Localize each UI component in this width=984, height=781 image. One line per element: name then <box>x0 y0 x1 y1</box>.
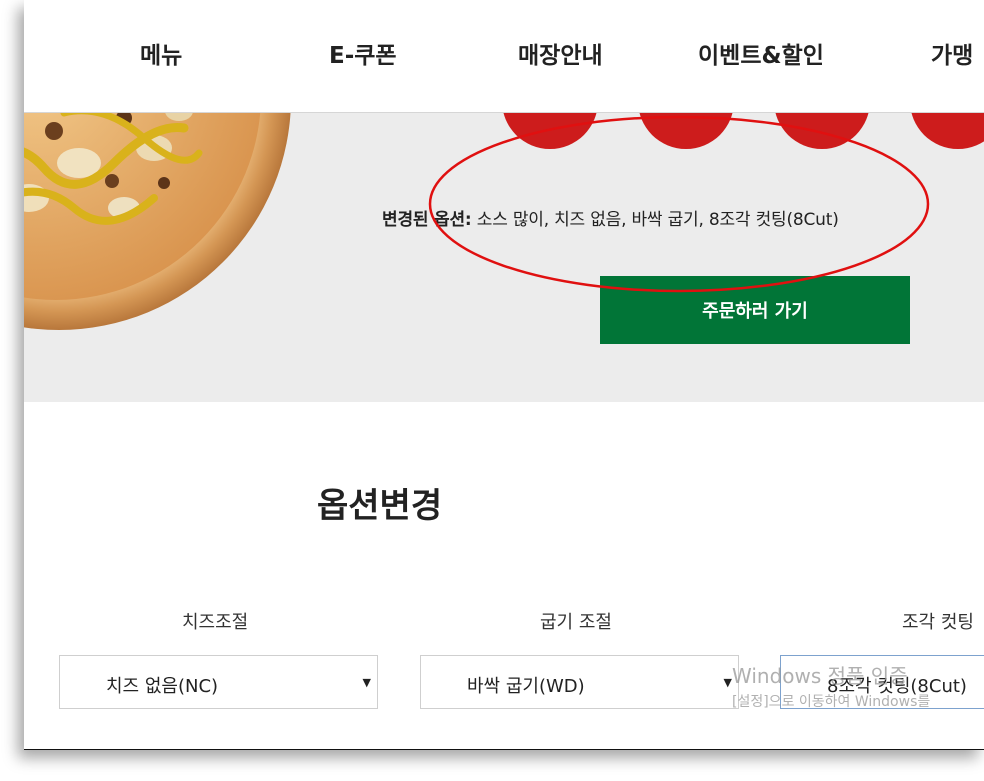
dropdown-arrow-icon: ▼ <box>723 676 732 689</box>
changed-options-label: 변경된 옵션: <box>382 210 472 230</box>
top-navigation: 메뉴 E-쿠폰 매장안내 이벤트&할인 가맹 <box>24 0 984 113</box>
option-change-title: 옵션변경 <box>317 486 443 526</box>
nav-item-ecoupon[interactable]: E-쿠폰 <box>329 36 397 70</box>
nav-item-events[interactable]: 이벤트&할인 <box>698 36 824 70</box>
changed-options-text: 변경된 옵션: 소스 많이, 치즈 없음, 바싹 굽기, 8조각 컷팅(8Cut… <box>382 205 839 230</box>
nav-item-franchise[interactable]: 가맹 <box>931 36 973 70</box>
option-circle-2[interactable] <box>638 113 734 149</box>
cheese-adjust-label: 치즈조절 <box>182 612 249 633</box>
pizza-options-summary: 변경된 옵션: 소스 많이, 치즈 없음, 바싹 굽기, 8조각 컷팅(8Cut… <box>24 113 984 402</box>
pizza-image <box>24 113 291 330</box>
cheese-select-value: 치즈 없음(NC) <box>106 676 219 697</box>
dropdown-arrow-icon: ▼ <box>362 676 371 689</box>
footer-bar <box>24 749 984 750</box>
bake-select-value: 바싹 굽기(WD) <box>467 676 585 697</box>
option-circle-4[interactable] <box>910 113 984 149</box>
option-circle-1[interactable] <box>502 113 598 149</box>
cut-adjust-label: 조각 컷팅 <box>902 612 974 633</box>
bake-adjust-label: 굽기 조절 <box>540 612 612 633</box>
cut-select[interactable]: 8조각 컷팅(8Cut) <box>780 655 984 709</box>
cheese-select[interactable]: 치즈 없음(NC) ▼ <box>59 655 378 709</box>
changed-options-value: 소스 많이, 치즈 없음, 바싹 굽기, 8조각 컷팅(8Cut) <box>476 210 839 230</box>
bake-select[interactable]: 바싹 굽기(WD) ▼ <box>420 655 739 709</box>
order-button[interactable]: 주문하러 가기 <box>600 276 910 344</box>
browser-page: 메뉴 E-쿠폰 매장안내 이벤트&할인 가맹 변경된 옵션: 소스 많이, 치즈… <box>24 0 984 750</box>
cut-select-value: 8조각 컷팅(8Cut) <box>827 676 967 697</box>
nav-item-menu[interactable]: 메뉴 <box>140 36 182 70</box>
nav-item-store-info[interactable]: 매장안내 <box>518 36 603 70</box>
option-circle-3[interactable] <box>774 113 870 149</box>
